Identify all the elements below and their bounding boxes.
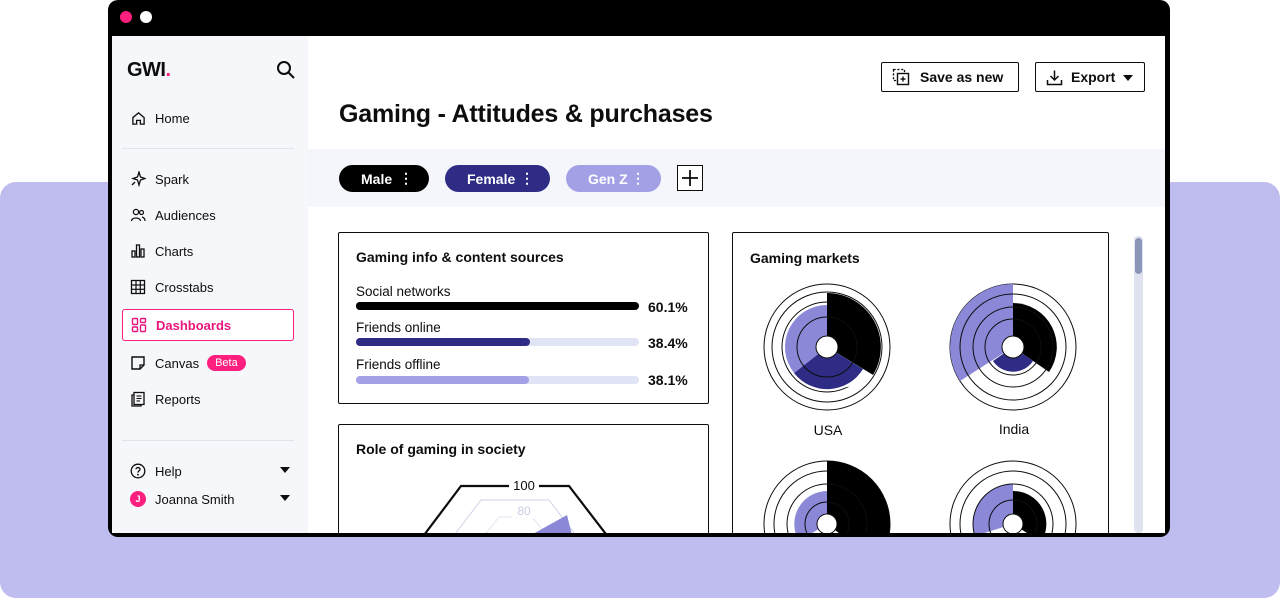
gwi-logo[interactable]: GWI. [127, 59, 171, 82]
sidebar-item-crosstabs[interactable]: Crosstabs [122, 271, 294, 303]
dashboard-icon [131, 317, 147, 333]
sidebar-item-home[interactable]: Home [122, 102, 294, 134]
bar-track [356, 376, 639, 384]
card-gaming-markets[interactable]: Gaming markets USA India [732, 232, 1109, 533]
search-icon[interactable] [276, 60, 296, 80]
home-icon [130, 110, 146, 126]
filter-pill-label: Male [361, 170, 393, 187]
chevron-down-icon [280, 495, 290, 501]
save-as-new-label: Save as new [920, 69, 1004, 85]
sidebar: GWI. Home Spark Audiences Charts Crossta… [112, 36, 308, 533]
save-copy-icon [892, 68, 910, 86]
sidebar-item-charts[interactable]: Charts [122, 235, 294, 267]
help-label: Help [155, 463, 182, 479]
bar-track [356, 302, 639, 310]
market-label-india: India [998, 421, 1030, 437]
kebab-menu-icon[interactable]: ⋮ [399, 171, 413, 185]
bar-value: 38.1% [648, 372, 688, 388]
polar-chart-usa [763, 283, 891, 411]
filter-pill-male[interactable]: Male ⋮ [339, 165, 429, 192]
bar-value: 60.1% [648, 299, 688, 315]
user-name: Joanna Smith [155, 491, 235, 507]
window-close-dot[interactable] [120, 11, 132, 23]
app-screen: GWI. Home Spark Audiences Charts Crossta… [112, 36, 1165, 533]
sparkle-icon [130, 171, 146, 187]
app-window: GWI. Home Spark Audiences Charts Crossta… [108, 0, 1170, 537]
card-role-of-gaming[interactable]: Role of gaming in society 100 80 [338, 424, 709, 533]
card-gaming-info[interactable]: Gaming info & content sources Social net… [338, 232, 709, 404]
filter-pill-female[interactable]: Female ⋮ [445, 165, 550, 192]
filter-pill-gen-z[interactable]: Gen Z ⋮ [566, 165, 661, 192]
chevron-down-icon [1123, 75, 1133, 81]
sidebar-item-dashboards[interactable]: Dashboards [122, 309, 294, 341]
bar-fill-friends-offline [356, 376, 529, 384]
card-title: Gaming info & content sources [356, 249, 564, 265]
bar-track [356, 338, 639, 346]
sidebar-divider [122, 440, 294, 441]
plus-icon [682, 170, 698, 186]
audience-filter-bar: Male ⋮ Female ⋮ Gen Z ⋮ [308, 149, 1165, 207]
sidebar-item-label: Home [155, 110, 190, 126]
users-icon [130, 207, 146, 223]
market-label-usa: USA [813, 422, 843, 438]
user-menu[interactable]: J Joanna Smith [130, 488, 290, 510]
polar-chart-market-4 [949, 460, 1077, 533]
save-as-new-button[interactable]: Save as new [881, 62, 1019, 92]
polar-chart-india [949, 283, 1077, 411]
sidebar-item-label: Reports [155, 391, 201, 407]
beta-badge: Beta [207, 355, 246, 371]
bar-chart-icon [130, 243, 146, 259]
radar-tick-label: 100 [513, 478, 535, 493]
sidebar-divider [122, 148, 294, 149]
reports-icon [130, 391, 146, 407]
filter-pill-label: Female [467, 170, 516, 187]
radar-chart: 100 80 [424, 477, 607, 533]
bar-fill-social-networks [356, 302, 629, 310]
sidebar-item-spark[interactable]: Spark [122, 163, 294, 195]
vertical-scrollbar[interactable] [1134, 236, 1143, 533]
card-title: Gaming markets [750, 250, 860, 266]
table-icon [130, 279, 146, 295]
sidebar-item-label: Dashboards [156, 317, 232, 333]
sidebar-item-reports[interactable]: Reports [122, 383, 294, 415]
bar-fill-friends-online [356, 338, 530, 346]
sidebar-item-canvas[interactable]: Canvas Beta [122, 347, 294, 379]
help-icon [130, 463, 146, 479]
export-button[interactable]: Export [1035, 62, 1145, 92]
radar-tick-label: 80 [517, 504, 531, 518]
bar-label: Friends online [356, 320, 441, 335]
bar-value: 38.4% [648, 335, 688, 351]
kebab-menu-icon[interactable]: ⋮ [631, 171, 645, 185]
polar-chart-market-3 [763, 460, 891, 533]
kebab-menu-icon[interactable]: ⋮ [520, 171, 534, 185]
sidebar-item-label: Crosstabs [155, 279, 214, 295]
scrollbar-thumb[interactable] [1135, 238, 1142, 274]
page-title: Gaming - Attitudes & purchases [339, 100, 713, 128]
sidebar-item-label: Spark [155, 171, 189, 187]
bar-label: Friends offline [356, 357, 441, 372]
sidebar-item-label: Canvas [155, 355, 200, 371]
export-label: Export [1071, 69, 1116, 85]
chevron-down-icon [280, 467, 290, 473]
sidebar-item-label: Charts [155, 243, 194, 259]
help-menu[interactable]: Help [130, 460, 290, 482]
filter-pill-label: Gen Z [588, 170, 628, 187]
window-minimize-dot[interactable] [140, 11, 152, 23]
sidebar-item-audiences[interactable]: Audiences [122, 199, 294, 231]
canvas-icon [130, 355, 146, 371]
sidebar-item-label: Audiences [155, 207, 216, 223]
add-audience-button[interactable] [677, 165, 703, 191]
bar-label: Social networks [356, 284, 451, 299]
download-icon [1046, 69, 1063, 86]
avatar: J [130, 491, 146, 507]
